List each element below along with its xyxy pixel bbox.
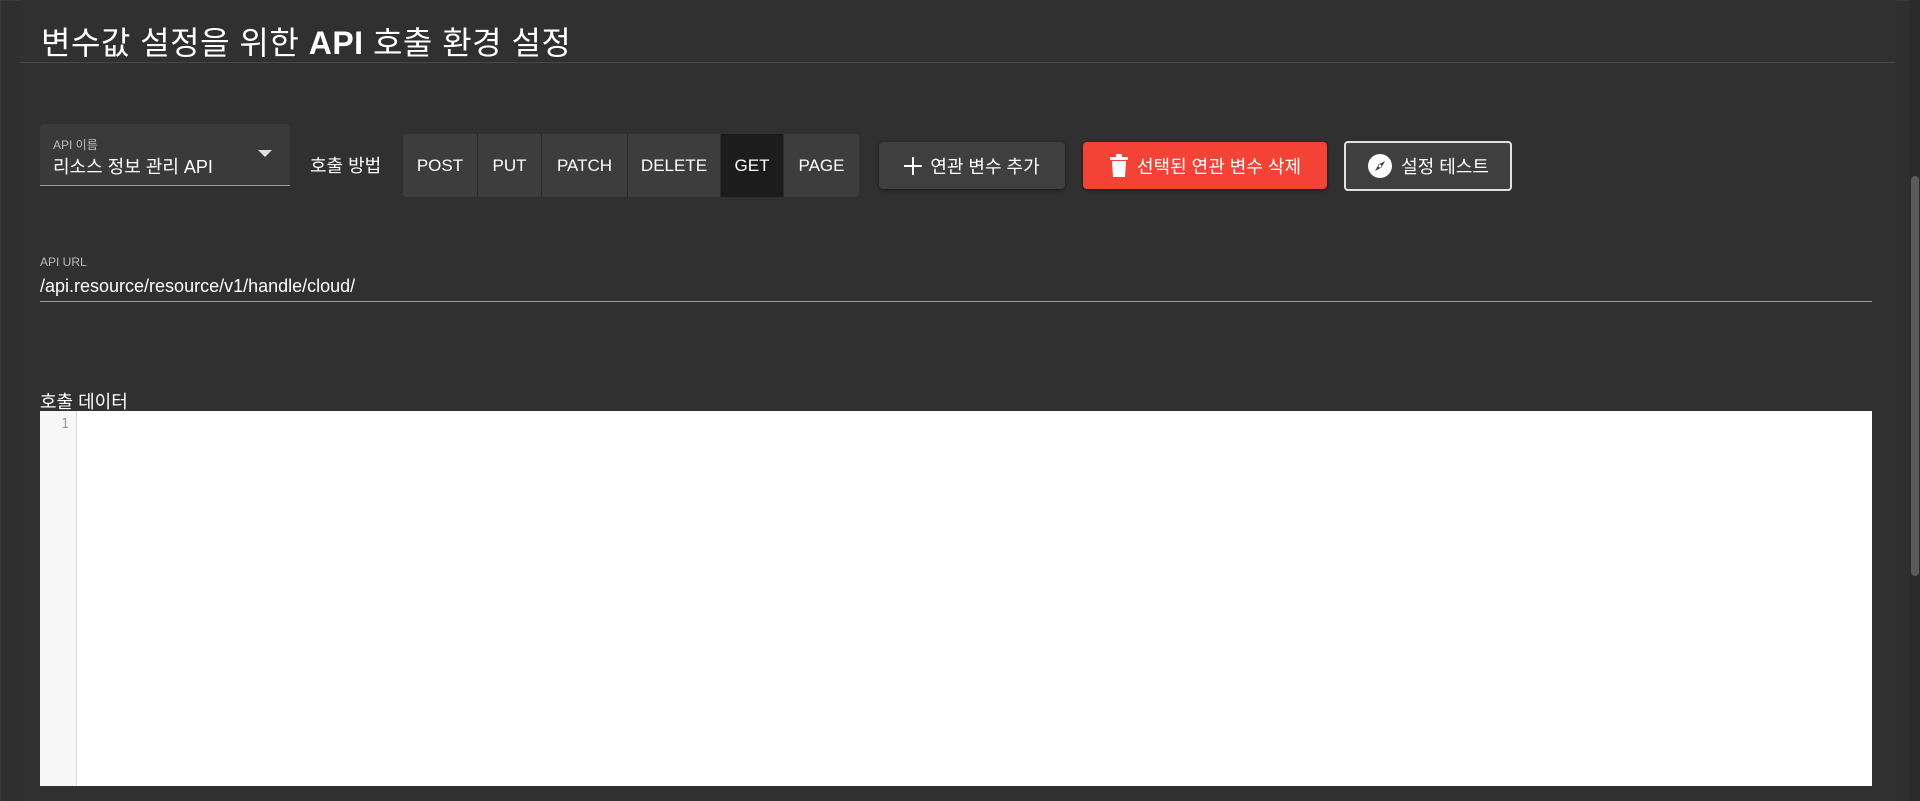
delete-selected-variable-label: 선택된 연관 변수 삭제 [1136, 156, 1302, 177]
caret-down-icon[interactable] [258, 150, 272, 157]
delete-selected-variable-button[interactable]: 선택된 연관 변수 삭제 [1083, 142, 1327, 189]
api-url-label: API URL [40, 255, 87, 269]
method-toggle-group: POST PUT PATCH DELETE GET PAGE [403, 134, 859, 197]
method-post-button[interactable]: POST [403, 134, 478, 197]
page-title-part2: 호출 환경 설정 [372, 25, 572, 61]
compass-icon [1368, 154, 1393, 178]
method-put-button[interactable]: PUT [478, 134, 542, 197]
plus-icon [904, 156, 923, 175]
method-page-button[interactable]: PAGE [784, 134, 859, 197]
page-title-bold: API [308, 25, 364, 61]
page-title-part1: 변수값 설정을 위한 [41, 25, 300, 61]
page-title: 변수값 설정을 위한 API 호출 환경 설정 [41, 18, 571, 64]
line-number: 1 [61, 417, 69, 432]
call-data-editor[interactable]: 1 [40, 411, 1872, 786]
add-variable-button[interactable]: 연관 변수 추가 [879, 142, 1065, 189]
api-name-label: API 이름 [53, 138, 98, 152]
api-name-select[interactable]: API 이름 리소스 정보 관리 API [40, 124, 290, 186]
api-url-field[interactable]: API URL /api.resource/resource/v1/handle… [40, 252, 1872, 302]
method-delete-button[interactable]: DELETE [628, 134, 721, 197]
scrollbar-thumb[interactable] [1911, 176, 1919, 576]
trash-icon [1109, 153, 1128, 177]
test-settings-label: 설정 테스트 [1401, 157, 1489, 177]
title-divider [20, 62, 1895, 63]
method-get-button[interactable]: GET [721, 134, 784, 197]
editor-gutter: 1 [40, 411, 77, 786]
method-patch-button[interactable]: PATCH [542, 134, 628, 197]
test-settings-button[interactable]: 설정 테스트 [1344, 141, 1512, 191]
api-url-value: /api.resource/resource/v1/handle/cloud/ [40, 276, 356, 296]
add-variable-label: 연관 변수 추가 [930, 156, 1040, 177]
method-label: 호출 방법 [310, 156, 382, 176]
api-name-value: 리소스 정보 관리 API [53, 157, 213, 177]
